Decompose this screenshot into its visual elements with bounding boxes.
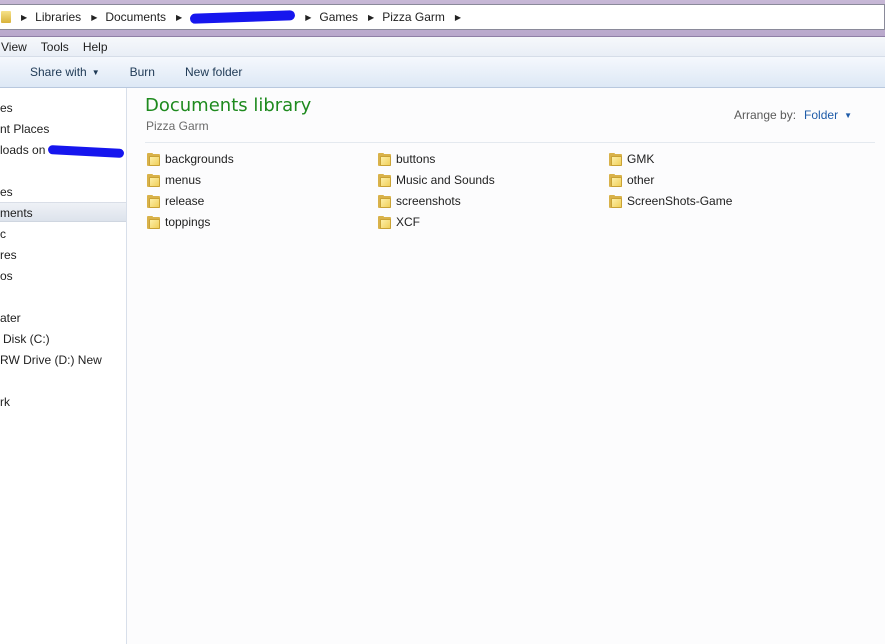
folder-icon <box>609 173 622 187</box>
arrange-by: Arrange by: Folder ▼ <box>734 108 852 122</box>
arrange-by-label: Arrange by: <box>734 108 797 122</box>
arrange-by-dropdown[interactable]: Folder ▼ <box>804 108 852 122</box>
folder-item[interactable]: Music and Sounds <box>378 171 495 189</box>
folder-icon <box>609 152 622 166</box>
folder-name: XCF <box>396 215 420 229</box>
folder-item[interactable]: buttons <box>378 150 435 168</box>
arrange-by-value: Folder <box>804 108 839 122</box>
folder-item[interactable]: screenshots <box>378 192 461 210</box>
content-pane: Documents library Pizza Garm Arrange by:… <box>127 88 885 644</box>
folder-name: release <box>165 194 205 208</box>
folder-icon <box>609 194 622 208</box>
menu-tools[interactable]: Tools <box>34 40 76 54</box>
folder-item[interactable]: XCF <box>378 213 420 231</box>
menu-help[interactable]: Help <box>76 40 115 54</box>
nav-item[interactable]: os <box>0 266 126 286</box>
folder-name: other <box>627 173 655 187</box>
folder-name: buttons <box>396 152 436 166</box>
chevron-right-icon[interactable]: ▶ <box>449 13 465 22</box>
nav-item[interactable]: nt Places <box>0 119 126 139</box>
share-with-label: Share with <box>30 65 87 79</box>
folder-icon <box>378 152 391 166</box>
breadcrumb-games[interactable]: Games <box>315 5 362 29</box>
folder-item[interactable]: other <box>609 171 654 189</box>
share-with-button[interactable]: Share with ▼ <box>0 65 115 79</box>
address-folder-icon <box>0 5 15 29</box>
folder-icon <box>147 215 160 229</box>
folder-icon <box>378 194 391 208</box>
address-bar-area: ▶ Libraries ▶ Documents ▶ ▶ Games ▶ Pizz… <box>0 0 885 37</box>
breadcrumb-pizza-garm[interactable]: Pizza Garm <box>378 5 449 29</box>
folder-item[interactable]: ScreenShots-Game <box>609 192 732 210</box>
chevron-right-icon[interactable]: ▶ <box>299 13 315 22</box>
menu-bar: View Tools Help <box>0 37 885 57</box>
new-folder-button[interactable]: New folder <box>170 65 257 79</box>
nav-item[interactable]: c <box>0 224 126 244</box>
folder-icon <box>378 173 391 187</box>
folder-name: Music and Sounds <box>396 173 495 187</box>
folder-icon <box>147 194 160 208</box>
folder-icon <box>378 215 391 229</box>
library-subtitle: Pizza Garm <box>146 119 209 133</box>
folder-item[interactable]: backgrounds <box>147 150 234 168</box>
folder-name: ScreenShots-Game <box>627 194 733 208</box>
burn-button[interactable]: Burn <box>115 65 170 79</box>
folder-item[interactable]: GMK <box>609 150 654 168</box>
divider <box>145 142 875 143</box>
breadcrumb-libraries[interactable]: Libraries <box>31 5 85 29</box>
nav-item[interactable]: ater <box>0 308 126 328</box>
folder-item[interactable]: menus <box>147 171 201 189</box>
folder-icon <box>147 173 160 187</box>
nav-item[interactable]: es <box>0 182 126 202</box>
chevron-right-icon[interactable]: ▶ <box>362 13 378 22</box>
folder-name: screenshots <box>396 194 461 208</box>
nav-item[interactable]: res <box>0 245 126 265</box>
command-bar: Share with ▼ Burn New folder <box>0 57 885 88</box>
library-title: Documents library <box>145 95 312 116</box>
folder-icon <box>147 152 160 166</box>
folder-name: GMK <box>627 152 655 166</box>
chevron-right-icon[interactable]: ▶ <box>15 13 31 22</box>
nav-item[interactable]: rk <box>0 392 126 412</box>
folder-name: backgrounds <box>165 152 234 166</box>
folder-name: menus <box>165 173 202 187</box>
menu-view[interactable]: View <box>0 40 34 54</box>
navigation-pane: es nt Places loads on es ments c res os … <box>0 88 127 644</box>
folder-item[interactable]: toppings <box>147 213 210 231</box>
chevron-right-icon[interactable]: ▶ <box>170 13 186 22</box>
folder-item[interactable]: release <box>147 192 204 210</box>
redaction-scribble <box>190 10 296 24</box>
chevron-down-icon: ▼ <box>91 67 100 77</box>
folder-name: toppings <box>165 215 211 229</box>
nav-item-local-disk[interactable]: Disk (C:) <box>0 329 126 349</box>
chevron-right-icon[interactable]: ▶ <box>85 13 101 22</box>
breadcrumb-documents[interactable]: Documents <box>101 5 170 29</box>
chevron-down-icon: ▼ <box>844 110 852 120</box>
nav-item[interactable]: es <box>0 98 126 118</box>
nav-item-dvd-drive[interactable]: RW Drive (D:) New <box>0 350 126 370</box>
address-bar[interactable]: ▶ Libraries ▶ Documents ▶ ▶ Games ▶ Pizz… <box>0 4 885 30</box>
nav-item-documents-selected[interactable]: ments <box>0 202 126 222</box>
